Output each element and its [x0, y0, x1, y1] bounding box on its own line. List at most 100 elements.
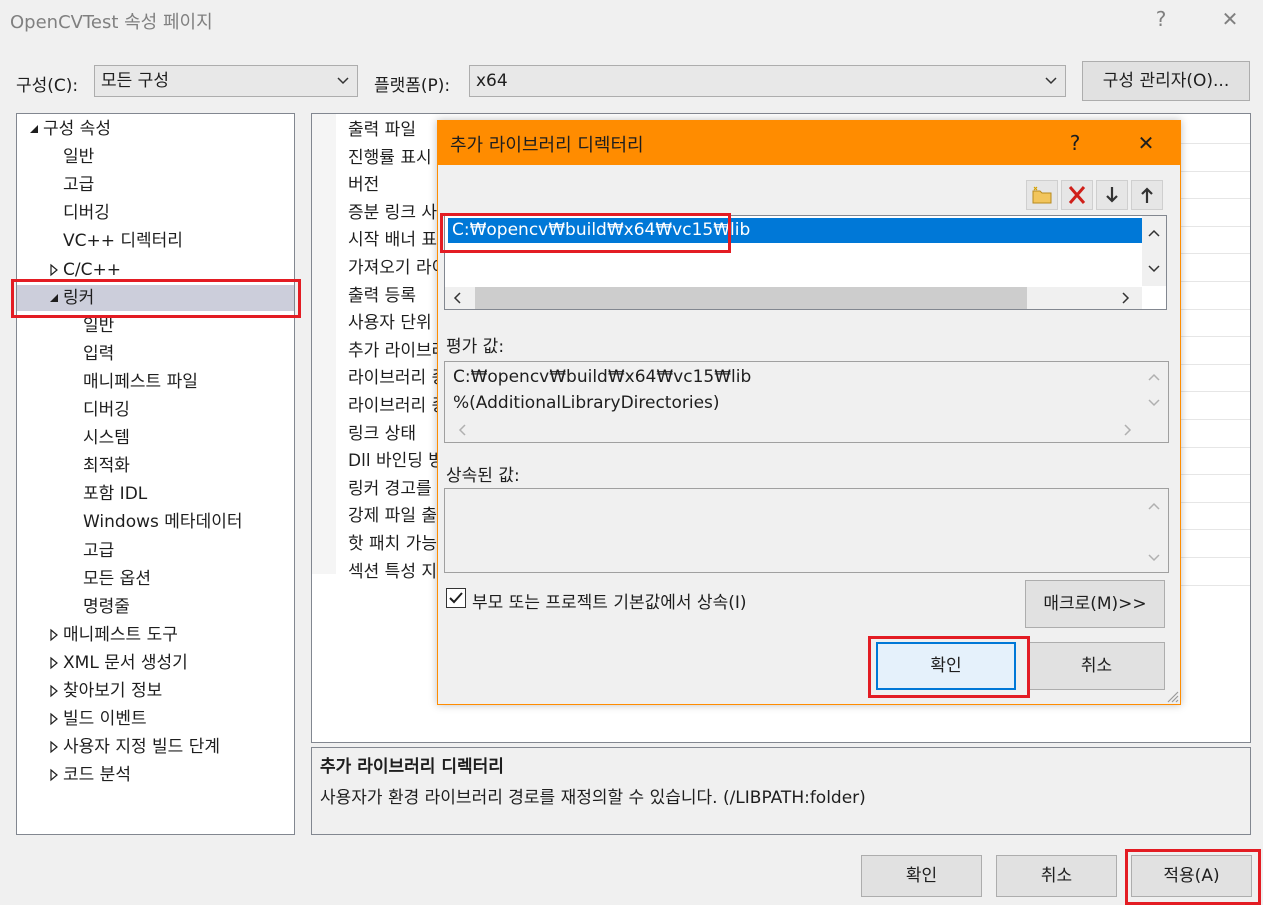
scroll-arrows-icon — [1148, 502, 1160, 562]
tree-item[interactable]: Windows 메타데이터 — [17, 509, 294, 535]
tree-item-label: 일반 — [63, 147, 95, 168]
collapsed-arrow-icon[interactable] — [47, 650, 61, 676]
tree-item[interactable]: 구성 속성 — [17, 116, 294, 142]
new-folder-icon[interactable] — [1026, 180, 1058, 210]
tree-item[interactable]: 입력 — [17, 341, 294, 367]
tree-item-label: 찾아보기 정보 — [63, 681, 163, 701]
tree-item-label: 링커 — [63, 287, 95, 308]
tree-item[interactable]: 시스템 — [17, 425, 294, 451]
hscroll-arrows-icon — [458, 424, 1132, 436]
tree-item-label: 입력 — [83, 343, 115, 364]
ok-button[interactable]: 확인 — [861, 855, 982, 897]
config-select[interactable]: 모든 구성 — [94, 65, 358, 97]
config-manager-button[interactable]: 구성 관리자(O)... — [1082, 61, 1250, 101]
inherited-label: 상속된 값: — [446, 466, 520, 486]
dialog-help-button[interactable]: ? — [1055, 127, 1095, 159]
tree-item[interactable]: 디버깅 — [17, 200, 294, 226]
tree-item[interactable]: 모든 옵션 — [17, 566, 294, 592]
arrow-up-icon[interactable] — [1131, 180, 1163, 210]
apply-button[interactable]: 적용(A) — [1131, 855, 1252, 897]
collapsed-arrow-icon[interactable] — [47, 762, 61, 788]
delete-icon[interactable] — [1061, 180, 1093, 210]
tree-item-label: VC++ 디렉터리 — [63, 231, 183, 252]
tree-item[interactable]: 사용자 지정 빌드 단계 — [17, 734, 294, 760]
collapsed-arrow-icon[interactable] — [47, 678, 61, 704]
dialog-titlebar: 추가 라이브러리 디렉터리 ? ✕ — [438, 121, 1180, 165]
tree-item[interactable]: XML 문서 생성기 — [17, 650, 294, 676]
tree-item[interactable]: 매니페스트 파일 — [17, 369, 294, 395]
inherit-checkbox-label[interactable]: 부모 또는 프로젝트 기본값에서 상속(I) — [472, 588, 747, 613]
tree-item[interactable]: 빌드 이벤트 — [17, 706, 294, 732]
tree-item[interactable]: 찾아보기 정보 — [17, 678, 294, 704]
description-panel: 추가 라이브러리 디렉터리 사용자가 환경 라이브러리 경로를 재정의할 수 있… — [311, 747, 1251, 835]
tree-item[interactable]: 일반 — [17, 144, 294, 170]
chevron-left-icon — [453, 292, 461, 304]
tree-item-label: XML 문서 생성기 — [63, 652, 188, 673]
platform-select[interactable]: x64 — [469, 65, 1066, 97]
tree-item[interactable]: 코드 분석 — [17, 762, 294, 788]
arrow-down-icon[interactable] — [1096, 180, 1128, 210]
tree-item[interactable]: 링커 — [17, 284, 294, 311]
tree-item[interactable]: 디버깅 — [17, 397, 294, 423]
tree-item[interactable]: 일반 — [17, 313, 294, 339]
grid-line — [1170, 198, 1250, 200]
platform-label: 플랫폼(P): — [374, 76, 451, 96]
collapsed-arrow-icon[interactable] — [47, 706, 61, 732]
directory-entry[interactable]: C:₩opencv₩build₩x64₩vc15₩lib — [448, 218, 1148, 243]
tree-item-label: 모든 옵션 — [83, 568, 151, 589]
resize-grip-icon[interactable] — [1164, 688, 1180, 704]
tree-item-label: 포함 IDL — [83, 484, 148, 505]
evaluated-box: C:₩opencv₩build₩x64₩vc15₩lib %(Additiona… — [444, 361, 1169, 443]
list-vscrollbar[interactable] — [1142, 216, 1166, 286]
checkmark-icon — [449, 592, 463, 604]
tree-item-label: 시스템 — [83, 428, 130, 449]
help-button[interactable]: ? — [1141, 4, 1181, 34]
collapsed-arrow-icon[interactable] — [47, 734, 61, 760]
tree-item[interactable]: C/C++ — [17, 257, 294, 283]
property-tree[interactable]: 구성 속성 일반 고급 디버깅 VC++ 디렉터리 C/C++ 링커 일반 입력 매니페스트 파일… — [16, 113, 295, 835]
grid-line — [1170, 143, 1250, 144]
cancel-button[interactable]: 취소 — [996, 855, 1117, 897]
expanded-arrow-icon[interactable] — [27, 116, 41, 142]
grid-line — [1170, 363, 1250, 365]
tree-item[interactable]: 명령줄 — [17, 594, 294, 620]
grid-line — [1170, 446, 1250, 448]
tree-item-label: 고급 — [83, 540, 115, 561]
grid-line — [1170, 419, 1250, 420]
tree-item[interactable]: 고급 — [17, 172, 294, 198]
list-hscrollbar[interactable] — [445, 287, 1142, 309]
dialog-cancel-button[interactable]: 취소 — [1028, 642, 1165, 690]
tree-item-label: 고급 — [63, 175, 95, 196]
dialog-ok-button[interactable]: 확인 — [876, 642, 1016, 690]
grid-line — [1170, 336, 1250, 338]
tree-item[interactable]: 포함 IDL — [17, 481, 294, 507]
close-button[interactable]: ✕ — [1210, 4, 1250, 34]
grid-margin — [312, 114, 336, 574]
hscroll-thumb[interactable] — [475, 287, 1027, 309]
grid-line — [1170, 501, 1250, 503]
inherit-checkbox[interactable] — [446, 588, 466, 608]
expanded-arrow-icon[interactable] — [47, 285, 61, 311]
tree-item[interactable]: 고급 — [17, 538, 294, 564]
dialog-close-button[interactable]: ✕ — [1126, 127, 1166, 159]
grid-line — [1170, 170, 1250, 172]
tree-item-label: 코드 분석 — [63, 765, 131, 786]
grid-line — [1170, 308, 1250, 310]
tree-item[interactable]: 매니페스트 도구 — [17, 622, 294, 648]
macros-button[interactable]: 매크로(M)>> — [1025, 580, 1165, 628]
grid-line — [1170, 529, 1250, 531]
tree-item[interactable]: 최적화 — [17, 453, 294, 479]
collapsed-arrow-icon[interactable] — [47, 257, 61, 283]
collapsed-arrow-icon[interactable] — [47, 622, 61, 648]
tree-item[interactable]: VC++ 디렉터리 — [17, 228, 294, 254]
directory-list[interactable]: C:₩opencv₩build₩x64₩vc15₩lib — [444, 215, 1167, 310]
